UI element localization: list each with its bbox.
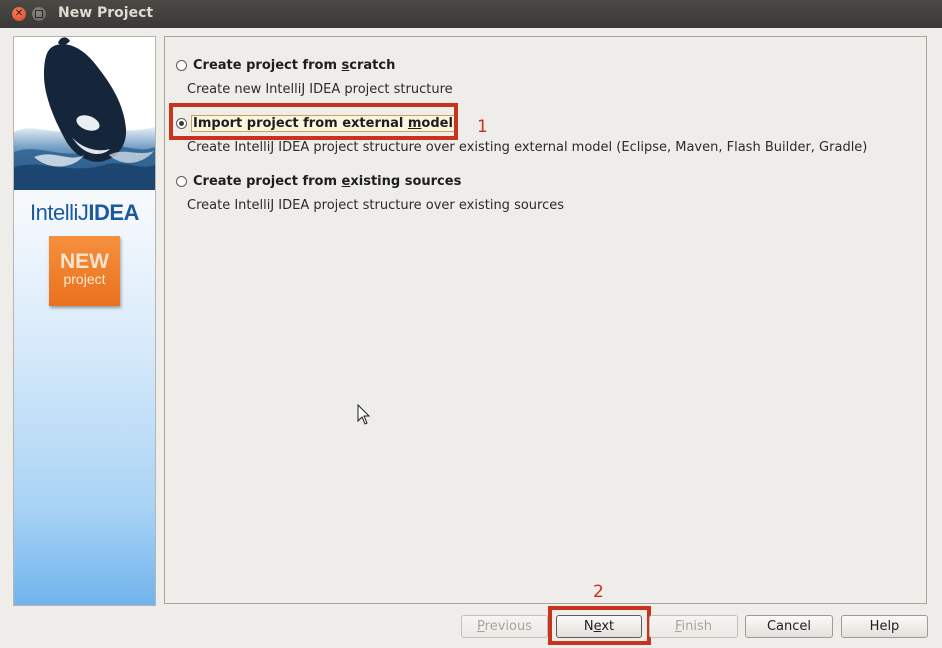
option-label-scratch[interactable]: Create project from scratch [193,58,395,73]
cancel-button[interactable]: Cancel [745,615,833,638]
badge-project-text: project [63,271,106,287]
title-bar: ✕ New Project [0,0,942,28]
option-description-scratch: Create new IntelliJ IDEA project structu… [187,82,453,97]
next-button[interactable]: Next [556,615,642,638]
annotation-box-1 [169,103,458,140]
annotation-number-2: 2 [593,582,604,602]
help-button[interactable]: Help [841,615,928,638]
close-icon[interactable]: ✕ [12,7,26,21]
wizard-sidebar: IntelliJIDEA NEW project [13,36,156,606]
option-description-existing: Create IntelliJ IDEA project structure o… [187,198,565,213]
radio-create-from-scratch[interactable] [176,60,187,71]
orca-illustration [14,37,155,190]
new-project-badge: NEW project [49,236,120,306]
window-title: New Project [58,5,154,21]
option-label-existing[interactable]: Create project from existing sources [193,174,461,189]
annotation-number-1: 1 [477,117,488,137]
radio-create-from-existing-sources[interactable] [176,176,187,187]
option-description-import: Create IntelliJ IDEA project structure o… [187,140,868,155]
finish-button[interactable]: Finish [649,615,738,638]
mouse-pointer-icon [357,404,371,425]
badge-new-text: NEW [60,250,109,273]
intellij-idea-logo: IntelliJIDEA [30,200,139,225]
maximize-icon[interactable] [32,7,46,21]
dialog-body: IntelliJIDEA NEW project Create project … [0,28,942,648]
previous-button[interactable]: Previous [461,615,548,638]
